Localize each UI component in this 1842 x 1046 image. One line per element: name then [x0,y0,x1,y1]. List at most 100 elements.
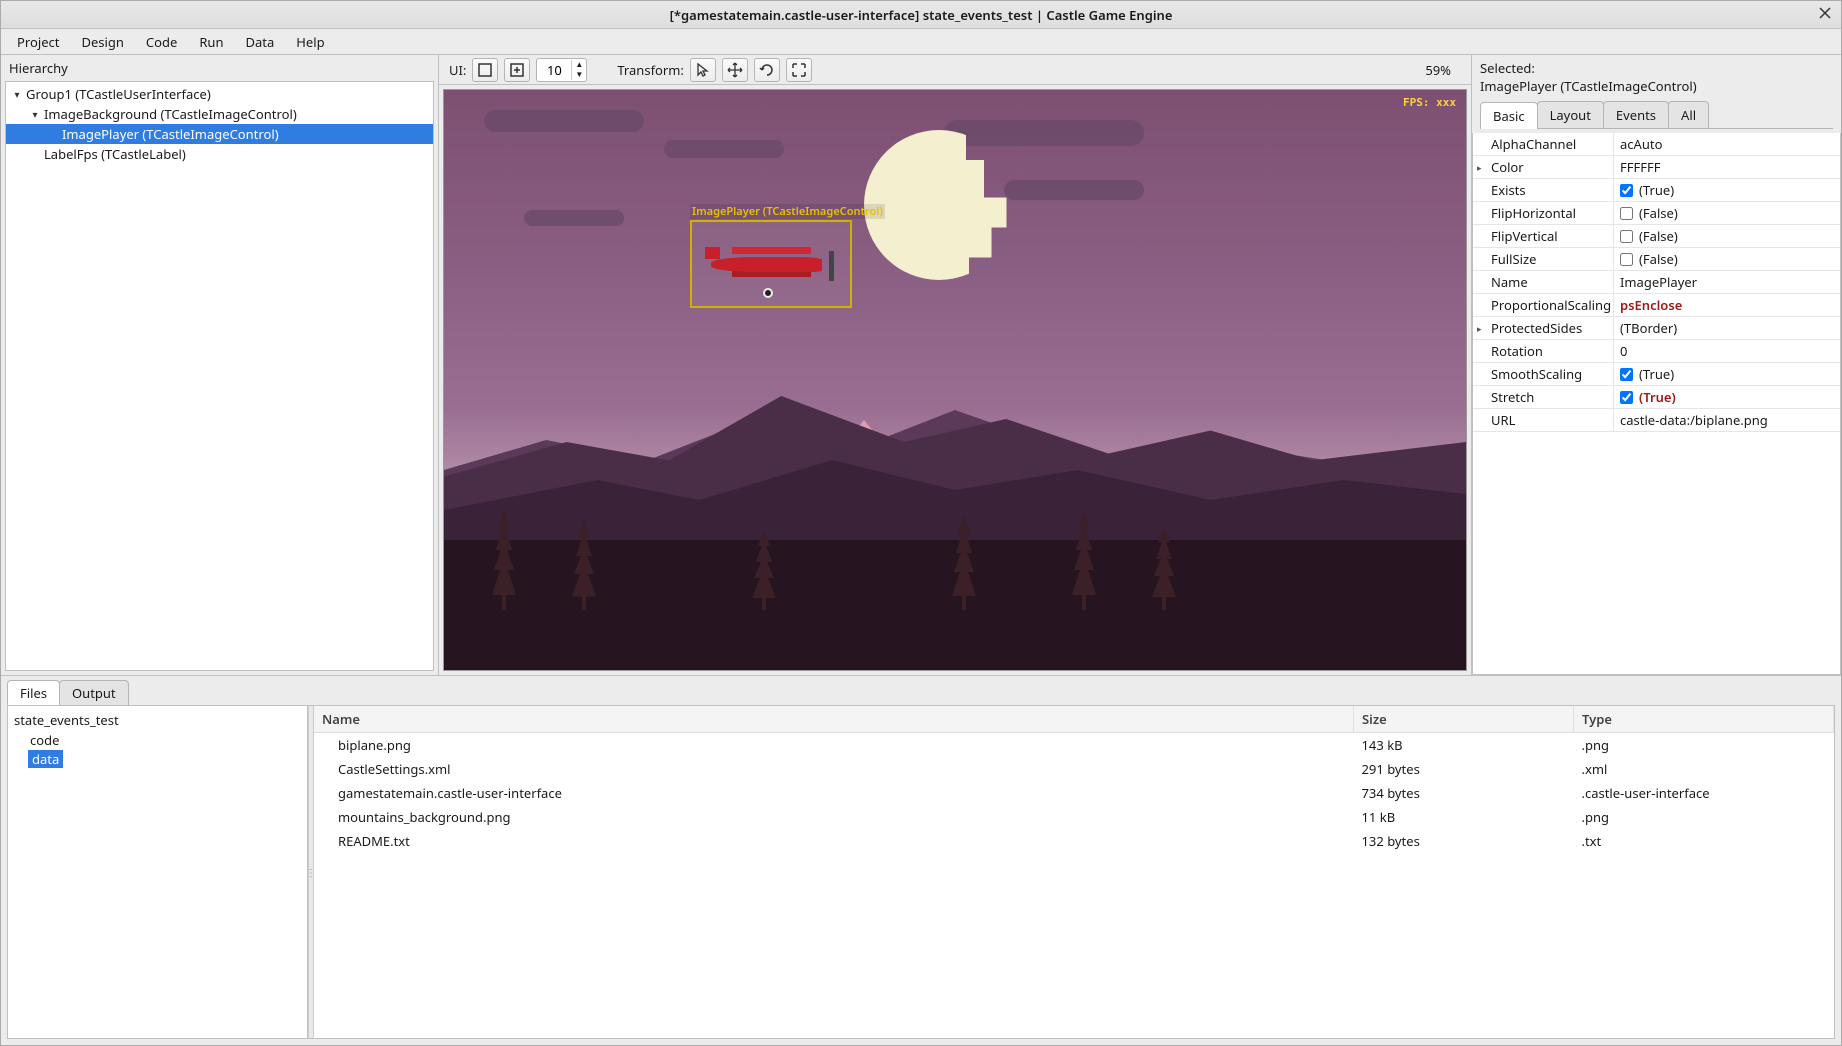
snap-up[interactable]: ▲ [572,60,586,70]
bottom-tab-output[interactable]: Output [59,680,129,705]
hierarchy-node-label: ImageBackground (TCastleImageControl) [42,105,297,123]
file-type: .txt [1574,829,1834,853]
property-checkbox[interactable] [1620,368,1633,381]
menu-run[interactable]: Run [189,30,233,54]
property-row[interactable]: ▸ColorFFFFFF [1473,156,1840,179]
file-type: .castle-user-interface [1574,781,1834,805]
property-row[interactable]: ▸ProtectedSides(TBorder) [1473,317,1840,340]
plus-rectangle-icon [509,62,525,78]
file-column-size[interactable]: Size [1354,706,1574,733]
file-row[interactable]: mountains_background.png11 kB.png [314,805,1834,829]
select-tool-button[interactable] [690,58,716,82]
property-key: SmoothScaling [1473,363,1613,385]
selected-label: Selected: [1480,59,1535,77]
inspector-tab-all[interactable]: All [1668,101,1709,128]
move-icon [727,62,743,78]
menubar: Project Design Code Run Data Help [1,29,1841,55]
file-tree[interactable]: state_events_testcodedata [8,706,308,1038]
rotate-tool-button[interactable] [754,58,780,82]
property-checkbox[interactable] [1620,207,1633,220]
property-row[interactable]: Rotation0 [1473,340,1840,363]
snap-input[interactable] [537,61,571,79]
file-list[interactable]: NameSizeType biplane.png143 kB.pngCastle… [314,706,1834,1038]
property-value[interactable]: (True) [1613,179,1840,201]
property-row[interactable]: URLcastle-data:/biplane.png [1473,409,1840,432]
property-value[interactable]: (True) [1613,363,1840,385]
file-tree-node[interactable]: state_events_test [12,710,303,730]
property-checkbox[interactable] [1620,230,1633,243]
ui-rect-button[interactable] [472,58,498,82]
file-row[interactable]: README.txt132 bytes.txt [314,829,1834,853]
property-checkbox[interactable] [1620,391,1633,404]
file-column-name[interactable]: Name [314,706,1354,733]
file-tree-node[interactable]: code [28,730,303,750]
property-row[interactable]: SmoothScaling(True) [1473,363,1840,386]
property-value[interactable]: FFFFFF [1613,156,1840,178]
property-value[interactable]: (False) [1613,225,1840,247]
hierarchy-node[interactable]: ▾Group1 (TCastleUserInterface) [6,84,433,104]
file-type: .xml [1574,757,1834,781]
file-row[interactable]: CastleSettings.xml291 bytes.xml [314,757,1834,781]
hierarchy-tree[interactable]: ▾Group1 (TCastleUserInterface)▾ImageBack… [5,81,434,671]
property-value[interactable]: 0 [1613,340,1840,362]
snap-spinner[interactable]: ▲▼ [536,58,587,82]
hierarchy-node[interactable]: LabelFps (TCastleLabel) [6,144,433,164]
expand-icon[interactable]: ▸ [1477,322,1482,335]
property-row[interactable]: Exists(True) [1473,179,1840,202]
menu-code[interactable]: Code [136,30,187,54]
expand-icon[interactable]: ▸ [1477,161,1482,174]
file-type: .png [1574,733,1834,758]
property-value[interactable]: (False) [1613,202,1840,224]
menu-help[interactable]: Help [286,30,334,54]
inspector-tab-basic[interactable]: Basic [1480,102,1538,129]
bottom-tab-files[interactable]: Files [7,680,60,705]
hierarchy-node[interactable]: ▾ImageBackground (TCastleImageControl) [6,104,433,124]
property-value[interactable]: castle-data:/biplane.png [1613,409,1840,431]
property-value[interactable]: (TBorder) [1613,317,1840,339]
menu-design[interactable]: Design [71,30,133,54]
file-tree-node[interactable]: data [28,750,63,768]
hierarchy-node[interactable]: ImagePlayer (TCastleImageControl) [6,124,433,144]
ui-add-button[interactable] [504,58,530,82]
property-checkbox[interactable] [1620,184,1633,197]
scene-cloud [664,140,784,158]
property-value[interactable]: acAuto [1613,133,1840,155]
window-title: [*gamestatemain.castle-user-interface] s… [670,6,1173,24]
selection-box[interactable]: ImagePlayer (TCastleImageControl) [690,220,852,308]
property-key: FlipHorizontal [1473,202,1613,224]
tree-twisty-icon[interactable]: ▾ [10,87,24,101]
menu-project[interactable]: Project [7,30,69,54]
file-column-type[interactable]: Type [1574,706,1834,733]
property-value[interactable]: (False) [1613,248,1840,270]
file-row[interactable]: biplane.png143 kB.png [314,733,1834,758]
move-tool-button[interactable] [722,58,748,82]
property-value[interactable]: ImagePlayer [1613,271,1840,293]
snap-down[interactable]: ▼ [572,70,586,80]
file-size: 132 bytes [1354,829,1574,853]
property-row[interactable]: Stretch(True) [1473,386,1840,409]
scale-tool-button[interactable] [786,58,812,82]
window-close-button[interactable] [1815,3,1835,23]
property-row[interactable]: FullSize(False) [1473,248,1840,271]
tree-twisty-icon[interactable]: ▾ [28,107,42,121]
property-row[interactable]: FlipHorizontal(False) [1473,202,1840,225]
hierarchy-header: Hierarchy [1,55,438,81]
file-name: README.txt [314,829,1354,853]
scene-cloud [524,210,624,226]
inspector-tab-events[interactable]: Events [1603,101,1669,128]
property-key: URL [1473,409,1613,431]
property-row[interactable]: ProportionalScalingpsEnclose [1473,294,1840,317]
design-viewport[interactable]: FPS: xxx ImagePlayer (TCastleImageContro… [443,89,1467,671]
inspector-tab-layout[interactable]: Layout [1537,101,1604,128]
menu-data[interactable]: Data [235,30,284,54]
property-value[interactable]: (True) [1613,386,1840,408]
property-row[interactable]: NameImagePlayer [1473,271,1840,294]
file-name: biplane.png [314,733,1354,758]
file-row[interactable]: gamestatemain.castle-user-interface734 b… [314,781,1834,805]
property-checkbox[interactable] [1620,253,1633,266]
property-row[interactable]: FlipVertical(False) [1473,225,1840,248]
hierarchy-node-label: ImagePlayer (TCastleImageControl) [60,125,279,143]
property-value[interactable]: psEnclose [1613,294,1840,316]
property-row[interactable]: AlphaChannelacAuto [1473,133,1840,156]
property-grid[interactable]: AlphaChannelacAuto▸ColorFFFFFFExists(Tru… [1472,133,1841,675]
